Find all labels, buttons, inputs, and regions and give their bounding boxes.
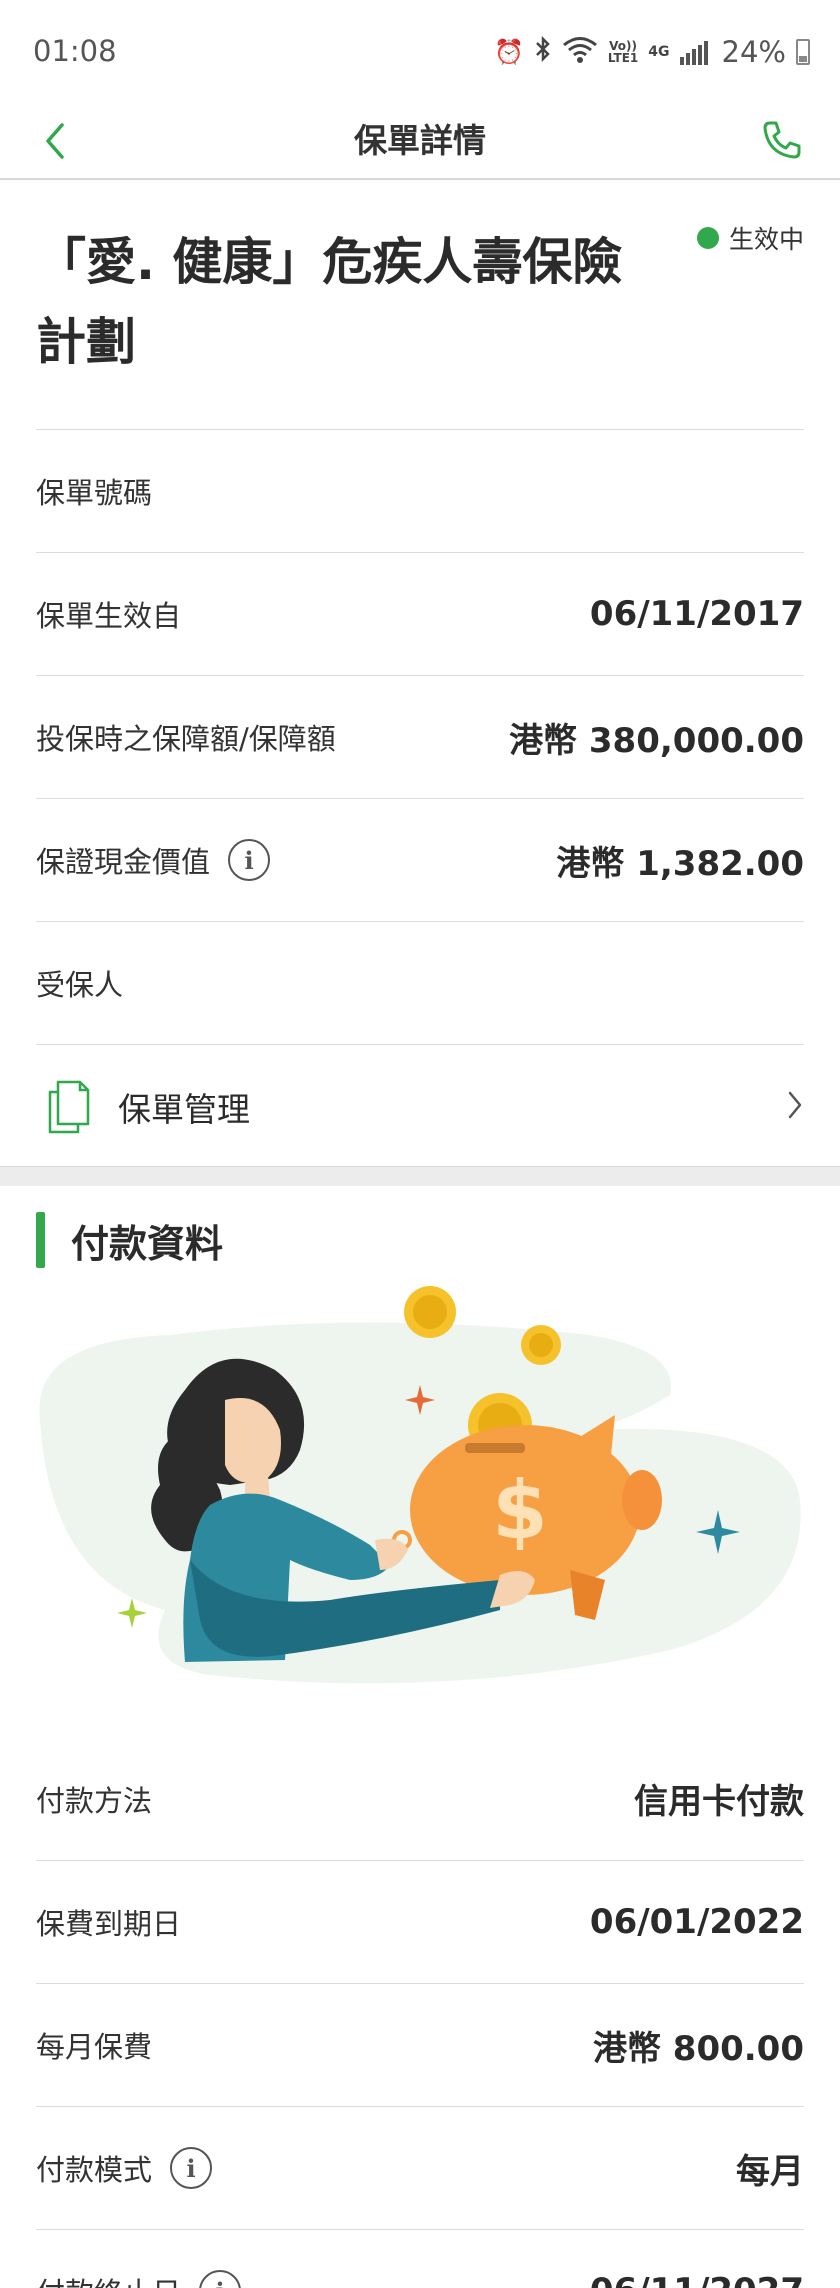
wifi-icon [562,36,598,68]
svg-text:$: $ [492,1464,548,1557]
volte-label: Vo)) LTE1 [607,39,639,65]
row-value: 每月 [736,2151,804,2192]
row-label-group: 付款模式 i [36,2147,213,2189]
row-value: 06/11/2017 [589,594,804,634]
call-button[interactable] [754,112,810,168]
phone-icon [763,121,801,159]
row-policy-number: 保單號碼 [36,429,804,552]
battery-icon [796,39,810,65]
row-monthly-premium: 每月保費 港幣 800.00 [36,1983,804,2106]
row-payment-method: 付款方法 信用卡付款 [36,1737,804,1860]
info-icon[interactable]: i [199,2270,242,2288]
policy-details-screen: 01:08 ⏰ Vo)) LTE1 4G 24% 保單詳情 「愛. 健康」危疾人… [0,0,840,2288]
row-value: 信用卡付款 [634,1782,804,1822]
network-type-label: 4G [648,44,670,60]
status-badge: 生效中 [696,220,804,256]
row-insured-person: 受保人 [36,921,804,1044]
row-label-group: 付款終止日 i [36,2270,242,2288]
alarm-icon: ⏰ [494,38,524,66]
policy-management-label: 保單管理 [118,1089,250,1129]
row-cash-value: 保證現金價值 i 港幣 1,382.00 [36,798,804,921]
battery-percent: 24% [721,35,786,69]
row-label: 受保人 [36,968,124,1002]
status-text: 生效中 [728,225,804,254]
row-label: 付款模式 [36,2153,153,2187]
row-payment-end-date: 付款終止日 i 06/11/2027 [36,2229,804,2288]
row-label: 保費到期日 [36,1907,182,1941]
section-divider [0,1166,840,1186]
row-value: 港幣 380,000.00 [509,720,804,761]
row-premium-due-date: 保費到期日 06/01/2022 [36,1860,804,1983]
row-label: 付款終止日 [36,2270,181,2288]
app-header: 保單詳情 [0,104,840,180]
row-value: 港幣 800.00 [592,2028,804,2069]
document-icon [48,1080,90,1133]
bluetooth-icon [534,35,552,68]
row-payment-mode: 付款模式 i 每月 [36,2106,804,2229]
row-value: 06/11/2027 [590,2271,804,2288]
row-label: 投保時之保障額/保障額 [36,722,336,756]
piggy-bank-illustration: $ [39,1286,801,1684]
row-label-group: 保證現金價值 i [36,839,271,881]
row-value: 港幣 1,382.00 [556,843,804,884]
payment-section-header: 付款資料 [36,1212,223,1268]
row-label: 保單生效自 [36,599,182,633]
row-sum-insured: 投保時之保障額/保障額 港幣 380,000.00 [36,675,804,798]
row-value: 06/01/2022 [589,1902,804,1942]
row-label: 付款方法 [36,1783,153,1818]
row-effective-date: 保單生效自 06/11/2017 [36,552,804,675]
section-accent-bar [36,1212,45,1268]
policy-management-link[interactable]: 保單管理 [36,1044,804,1168]
section-title: 付款資料 [71,1221,224,1266]
info-icon[interactable]: i [228,839,271,881]
signal-icon [679,39,708,65]
info-icon[interactable]: i [170,2147,213,2189]
page-title: 保單詳情 [354,121,486,160]
policy-name: 「愛. 健康」危疾人壽保險計劃 [36,233,623,371]
status-dot [696,227,719,249]
status-time: 01:08 [33,34,117,68]
status-icons: ⏰ Vo)) LTE1 4G 24% [494,30,810,74]
status-bar: 01:08 ⏰ Vo)) LTE1 4G 24% [0,0,840,104]
chevron-right-icon [788,1091,802,1119]
row-label: 保單號碼 [36,476,153,510]
row-label: 每月保費 [36,2030,153,2064]
row-label: 保證現金價值 [36,845,211,879]
